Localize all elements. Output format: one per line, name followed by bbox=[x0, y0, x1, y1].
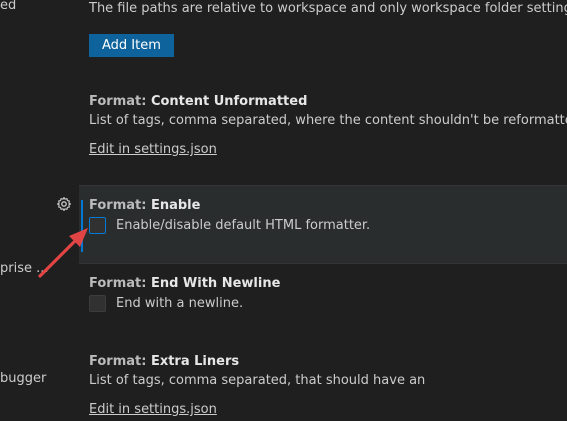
setting-desc: The file paths are relative to workspace… bbox=[89, 1, 567, 16]
setting-end-with-newline: Format: End With Newline End with a newl… bbox=[89, 276, 567, 312]
setting-name: End With Newline bbox=[150, 276, 281, 291]
setting-title: Format: End With Newline bbox=[89, 276, 567, 291]
red-arrow-annotation-icon bbox=[38, 228, 88, 278]
sidebar-fragment-1[interactable]: ed bbox=[0, 0, 16, 13]
checkbox-label: End with a newline. bbox=[116, 296, 244, 311]
setting-category: Format: bbox=[89, 276, 151, 291]
setting-description-previous: The file paths are relative to workspace… bbox=[89, 1, 567, 16]
setting-name: Enable bbox=[150, 198, 201, 213]
gear-icon[interactable] bbox=[56, 196, 72, 212]
setting-title: Format: Content Unformatted bbox=[89, 94, 567, 109]
setting-name: Content Unformatted bbox=[150, 94, 308, 109]
setting-title: Format: Extra Liners bbox=[89, 354, 567, 369]
edit-in-settings-json-link[interactable]: Edit in settings.json bbox=[89, 402, 217, 417]
setting-desc: List of tags, comma separated, where the… bbox=[89, 113, 567, 128]
setting-desc: List of tags, comma separated, that shou… bbox=[89, 373, 426, 388]
setting-enable: Format: Enable Enable/disable default HT… bbox=[89, 198, 567, 234]
sidebar-fragment-3[interactable]: bugger bbox=[0, 371, 46, 386]
setting-name: Extra Liners bbox=[150, 354, 240, 369]
setting-category: Format: bbox=[89, 354, 151, 369]
desc-text: List of tags, comma separated, where the… bbox=[89, 113, 567, 128]
checkbox-label: Enable/disable default HTML formatter. bbox=[116, 218, 371, 233]
setting-title: Format: Enable bbox=[89, 198, 567, 213]
edit-in-settings-json-link[interactable]: Edit in settings.json bbox=[89, 142, 217, 157]
add-item-button[interactable]: Add Item bbox=[89, 34, 174, 57]
setting-extra-liners: Format: Extra Liners List of tags, comma… bbox=[89, 354, 567, 417]
setting-category: Format: bbox=[89, 198, 151, 213]
end-with-newline-checkbox[interactable] bbox=[89, 295, 106, 312]
setting-category: Format: bbox=[89, 94, 151, 109]
settings-editor: ed prise ... bugger The file paths are r… bbox=[0, 0, 567, 421]
setting-content-unformatted: Format: Content Unformatted List of tags… bbox=[89, 94, 567, 157]
